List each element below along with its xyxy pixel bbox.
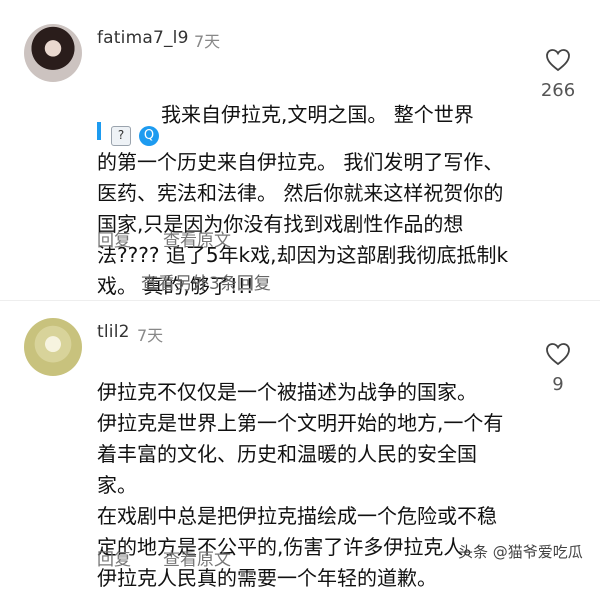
reply-button[interactable]: 回复 [97,231,131,251]
like-button[interactable]: 9 [528,342,588,395]
q-circle-icon: Q [139,125,159,146]
view-original-button[interactable]: 查看原文 [163,550,231,570]
comment-prefix: ? Q [97,85,161,147]
heart-outline-icon [546,343,570,366]
comment-body: ? Q 我来自伊拉克,文明之国。 整个世界 的第一个历史来自伊拉克。 我们发明了写… [97,54,512,302]
divider [0,300,600,301]
question-box-icon: ? [111,125,131,146]
watermark: 头条 @猫爷爱吃瓜 [458,543,583,561]
comment-username[interactable]: fatima7_l9 [97,28,189,48]
comment-actions: 回复 查看原文 [97,545,263,570]
comment-time: 7天 [137,326,164,345]
comment-time: 7天 [194,32,221,51]
comment-actions: 回复 查看原文 [97,226,263,251]
avatar[interactable] [24,318,82,376]
comment-username[interactable]: tlil2 [97,322,130,342]
view-original-button[interactable]: 查看原文 [163,231,231,251]
like-count: 266 [540,80,576,101]
reply-button[interactable]: 回复 [97,550,131,570]
like-button[interactable]: 266 [528,48,588,101]
view-more-replies[interactable]: 查看另外3条回复 [141,269,271,294]
heart-outline-icon [546,49,570,72]
avatar[interactable] [24,24,82,82]
blue-bar-icon [97,122,101,140]
like-count: 9 [552,374,564,395]
